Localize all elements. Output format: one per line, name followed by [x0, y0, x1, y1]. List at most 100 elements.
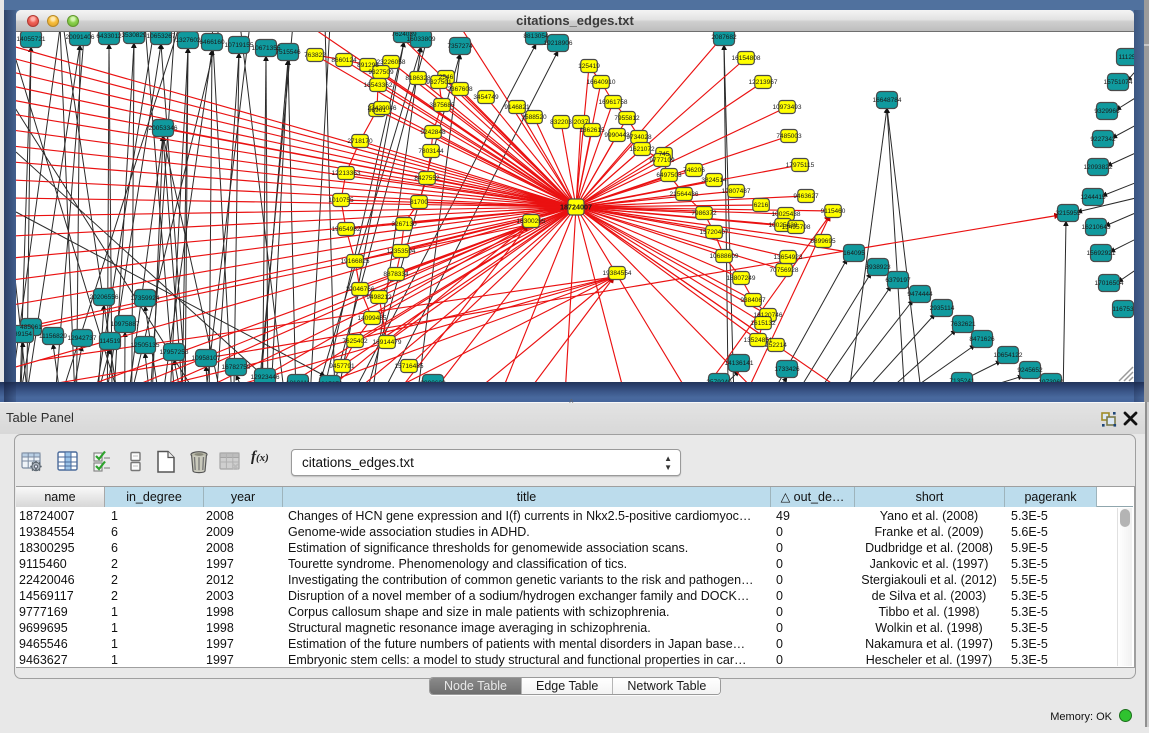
svg-text:2087682: 2087682 [711, 34, 737, 41]
svg-text:6466160: 6466160 [199, 39, 225, 46]
svg-text:7485003: 7485003 [776, 133, 802, 140]
svg-text:16914479: 16914479 [373, 339, 402, 346]
svg-text:746206: 746206 [683, 167, 705, 174]
svg-text:70756928: 70756928 [770, 267, 799, 274]
svg-text:9474444: 9474444 [907, 291, 933, 298]
svg-text:17957253: 17957253 [160, 349, 189, 356]
svg-text:6216: 6216 [754, 202, 769, 209]
svg-text:18300295: 18300295 [517, 218, 546, 225]
svg-text:832203: 832203 [550, 119, 572, 126]
svg-text:1244415: 1244415 [1080, 194, 1106, 201]
svg-text:10975887: 10975887 [111, 321, 140, 328]
svg-text:10046766: 10046766 [346, 286, 375, 293]
svg-text:1362615: 1362615 [579, 127, 605, 134]
svg-text:252214: 252214 [765, 342, 787, 349]
svg-text:116753: 116753 [1112, 306, 1134, 313]
svg-text:6899695: 6899695 [810, 238, 836, 245]
svg-text:19166825: 19166825 [341, 258, 370, 265]
svg-text:6379197: 6379197 [885, 277, 911, 284]
svg-text:12923446: 12923446 [251, 374, 280, 381]
svg-text:15720407: 15720407 [700, 229, 729, 236]
svg-text:9327501: 9327501 [426, 79, 452, 86]
svg-text:10654122: 10654122 [994, 352, 1023, 359]
svg-text:9734028: 9734028 [626, 134, 652, 141]
svg-text:14099485: 14099485 [358, 315, 387, 322]
svg-text:10688609: 10688609 [710, 253, 739, 260]
svg-text:23420046: 23420046 [368, 105, 397, 112]
svg-text:10025438: 10025438 [772, 211, 801, 218]
svg-text:2935114: 2935114 [930, 305, 955, 312]
svg-text:13495798: 13495798 [782, 224, 811, 231]
svg-text:12505135: 12505135 [131, 342, 160, 349]
svg-text:10807487: 10807487 [722, 188, 751, 195]
svg-text:2579240: 2579240 [706, 379, 732, 382]
svg-text:2037: 2037 [574, 119, 589, 126]
svg-text:11125: 11125 [1118, 54, 1134, 61]
svg-text:18807249: 18807249 [727, 275, 756, 282]
svg-text:2215279: 2215279 [317, 381, 343, 382]
svg-text:23226058: 23226058 [377, 59, 406, 66]
svg-text:9329966: 9329966 [1094, 108, 1120, 115]
svg-text:9245652: 9245652 [1017, 367, 1043, 374]
svg-text:16782759: 16782759 [222, 364, 251, 371]
svg-text:16210643: 16210643 [1082, 224, 1111, 231]
svg-text:19654982: 19654982 [332, 226, 361, 233]
svg-text:9242848: 9242848 [420, 129, 446, 136]
svg-text:14055721: 14055721 [17, 36, 46, 43]
svg-text:2367608: 2367608 [447, 86, 473, 93]
svg-text:12213967: 12213967 [749, 79, 778, 86]
svg-text:3824514: 3824514 [701, 177, 727, 184]
svg-text:16648784: 16648784 [873, 97, 902, 104]
svg-text:10973493: 10973493 [773, 104, 802, 111]
svg-text:3530829: 3530829 [121, 32, 147, 39]
svg-text:7135241: 7135241 [949, 378, 975, 382]
svg-text:7357274: 7357274 [447, 43, 473, 50]
svg-text:9777109: 9777109 [649, 157, 675, 164]
svg-text:39154: 39154 [16, 331, 32, 338]
svg-text:114519: 114519 [99, 338, 121, 345]
svg-text:17975115: 17975115 [786, 162, 815, 169]
svg-text:9384067: 9384067 [740, 297, 766, 304]
svg-text:3267130: 3267130 [391, 221, 417, 228]
svg-text:2718170: 2718170 [347, 138, 373, 145]
svg-text:8427552: 8427552 [414, 175, 440, 182]
svg-text:1327602: 1327602 [175, 37, 201, 44]
svg-text:8813054: 8813054 [523, 33, 549, 40]
svg-text:15692921: 15692921 [1087, 250, 1116, 257]
svg-text:8938923: 8938923 [865, 264, 891, 271]
svg-text:125419: 125419 [578, 63, 600, 70]
svg-text:11156829: 11156829 [39, 333, 67, 340]
svg-text:12942737: 12942737 [68, 335, 97, 342]
svg-text:19384554: 19384554 [603, 270, 632, 277]
svg-text:1810111: 1810111 [286, 380, 311, 382]
svg-text:7515546: 7515546 [275, 49, 301, 56]
svg-text:7955812: 7955812 [614, 115, 640, 122]
svg-text:9457791: 9457791 [329, 363, 355, 370]
svg-text:9227342: 9227342 [1090, 136, 1116, 143]
svg-text:15716485: 15716485 [395, 363, 424, 370]
svg-text:1615132: 1615132 [750, 320, 776, 327]
svg-text:9498212: 9498212 [366, 294, 392, 301]
svg-text:3875685: 3875685 [429, 102, 455, 109]
svg-text:12093822: 12093822 [1084, 164, 1113, 171]
svg-text:1973060: 1973060 [1038, 379, 1064, 382]
svg-text:9115460: 9115460 [821, 208, 846, 215]
svg-text:16120746: 16120746 [754, 312, 783, 319]
svg-text:10653267: 10653267 [147, 33, 176, 40]
svg-text:12353594: 12353594 [387, 248, 416, 255]
svg-text:16543362: 16543362 [364, 82, 393, 89]
svg-text:7632621: 7632621 [950, 321, 976, 328]
svg-text:81700: 81700 [410, 199, 428, 206]
svg-text:164095: 164095 [843, 250, 865, 257]
svg-text:16961758: 16961758 [599, 99, 628, 106]
svg-text:20053346: 20053346 [149, 125, 178, 132]
svg-text:13654923: 13654923 [774, 254, 803, 261]
svg-text:20091406: 20091406 [66, 34, 95, 41]
svg-text:7625402: 7625402 [342, 338, 368, 345]
svg-text:8878334: 8878334 [383, 271, 409, 278]
svg-text:15751074: 15751074 [1104, 79, 1133, 86]
svg-text:1621072: 1621072 [629, 146, 655, 153]
svg-text:7803144: 7803144 [418, 148, 444, 155]
svg-text:16033809: 16033809 [407, 36, 436, 43]
svg-text:19218906: 19218906 [544, 40, 573, 47]
